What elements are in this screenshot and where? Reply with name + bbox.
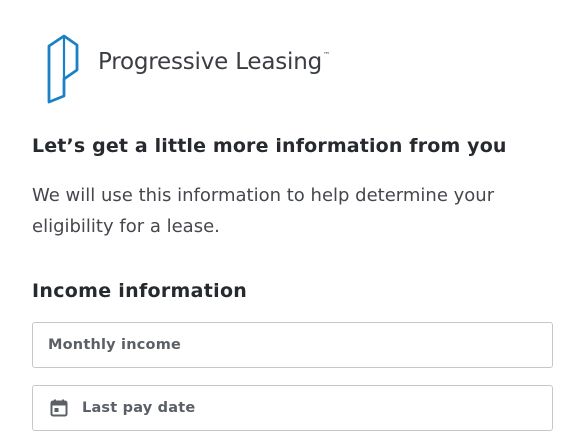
monthly-income-placeholder: Monthly income bbox=[48, 337, 182, 353]
page-description: We will use this information to help det… bbox=[32, 185, 495, 237]
last-pay-date-field[interactable]: Last pay date bbox=[32, 385, 553, 431]
monthly-income-field[interactable]: Monthly income bbox=[32, 322, 553, 368]
brand-logo: Progressive Leasing™ bbox=[44, 30, 330, 104]
last-pay-date-placeholder: Last pay date bbox=[82, 400, 196, 416]
progressive-logo-icon bbox=[47, 34, 79, 104]
income-section-title: Income information bbox=[32, 280, 248, 302]
page-heading: Let’s get a little more information from… bbox=[32, 135, 507, 157]
calendar-icon bbox=[50, 399, 68, 417]
brand-name: Progressive Leasing™ bbox=[98, 49, 331, 75]
trademark-symbol: ™ bbox=[323, 51, 331, 59]
